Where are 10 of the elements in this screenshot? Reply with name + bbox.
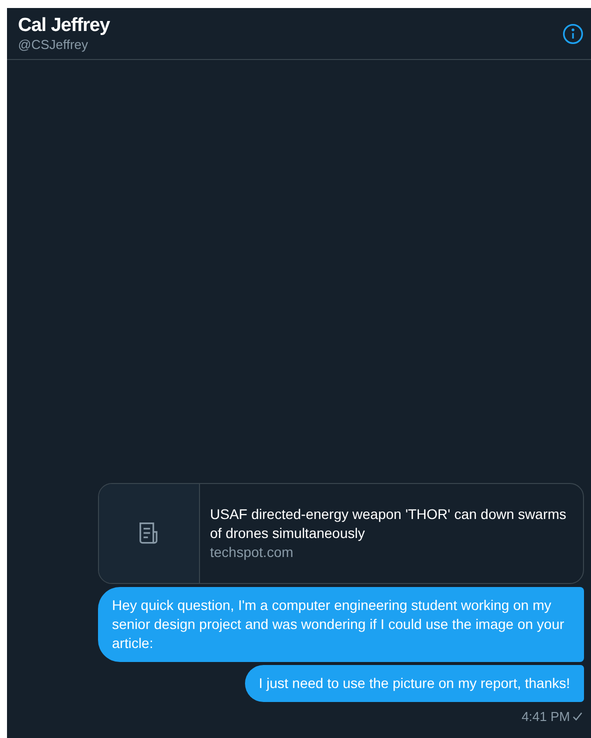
info-button[interactable] bbox=[562, 22, 584, 44]
link-title: USAF directed-energy weapon 'THOR' can down swarms of drones simultaneously bbox=[210, 504, 568, 542]
message-time: 4:41 PM bbox=[522, 708, 570, 726]
link-card[interactable]: USAF directed-energy weapon 'THOR' can down swarms of drones simultaneously techspot.com bbox=[98, 482, 584, 584]
contact-handle: @CSJeffrey bbox=[18, 36, 90, 52]
info-icon bbox=[562, 22, 584, 44]
message-bubble: Hey quick question, I'm a computer engineering student working on my senior design project and was wondering if I could use the image on your article: bbox=[98, 586, 584, 662]
contact-name: Cal Jeffrey bbox=[18, 14, 110, 36]
link-domain: techspot.com bbox=[210, 542, 294, 562]
message-bubble: I just need to use the picture on my report, thanks! bbox=[244, 664, 584, 702]
